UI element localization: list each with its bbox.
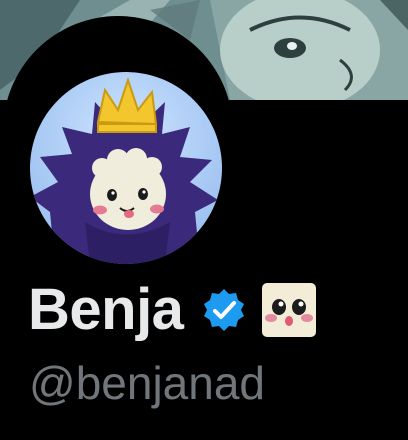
display-name: Benja (28, 277, 184, 342)
avatar[interactable] (30, 72, 222, 264)
username-handle: @benjanad (29, 357, 265, 409)
kawaii-face-emoji-icon (260, 281, 318, 339)
name-row: Benja (28, 278, 318, 342)
verified-badge-icon[interactable] (201, 287, 247, 333)
avatar-illustration (30, 76, 218, 264)
